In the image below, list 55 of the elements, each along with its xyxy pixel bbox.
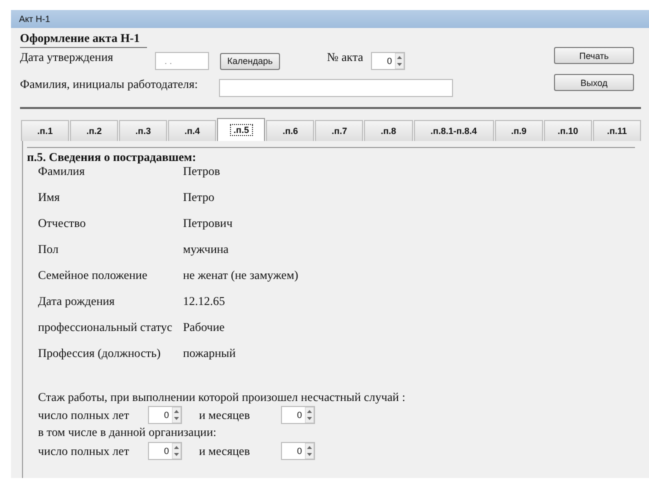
field-label: Имя: [38, 190, 61, 205]
field-label: профессиональный статус: [38, 320, 174, 335]
spin-arrows-icon[interactable]: [305, 407, 314, 423]
field-value: пожарный: [183, 346, 236, 361]
field-value: Петрович: [183, 216, 233, 231]
section-title: п.5. Сведения о пострадавшем:: [27, 150, 198, 165]
tab[interactable]: .п.5: [217, 118, 266, 141]
field-value: не женат (не замужем): [183, 268, 298, 283]
field-label: Фамилия: [38, 164, 86, 179]
field-label: Дата рождения: [38, 294, 116, 309]
action-button[interactable]: Печать: [554, 47, 634, 64]
years-spinner[interactable]: 0: [148, 406, 182, 424]
tab[interactable]: .п.4: [168, 120, 216, 141]
field-label: Отчество: [38, 216, 87, 231]
caption: в том числе в данной организации:: [38, 425, 218, 441]
date-field[interactable]: . .: [155, 52, 209, 70]
spin-arrows-icon[interactable]: [172, 443, 181, 459]
field-label: Профессия (должность): [38, 346, 162, 361]
field-value: 12.12.65: [183, 294, 225, 309]
field-label: Пол: [38, 242, 60, 257]
tab[interactable]: .п.8: [364, 120, 412, 141]
field-value: мужчина: [183, 242, 229, 257]
spin-arrows-icon[interactable]: [395, 53, 404, 69]
tab[interactable]: .п.9: [494, 120, 543, 141]
spin-arrows-icon[interactable]: [172, 407, 181, 423]
employer-field[interactable]: [219, 79, 453, 97]
field-label: Фамилия, инициалы работодателя:: [20, 77, 199, 92]
tab[interactable]: .п.6: [266, 120, 314, 141]
tab[interactable]: .п.10: [544, 120, 592, 141]
tab[interactable]: .п.7: [315, 120, 364, 141]
form-title: Оформление акта Н-1: [20, 31, 147, 48]
years-spinner[interactable]: 0: [148, 442, 182, 460]
months-spinner[interactable]: 0: [281, 406, 315, 424]
field-label: число полных лет: [38, 444, 130, 458]
months-spinner[interactable]: 0: [281, 442, 315, 460]
field-value: Петро: [183, 190, 214, 205]
action-button[interactable]: Выход: [554, 74, 634, 91]
field-label: и месяцев: [199, 408, 251, 422]
act-number-spinner[interactable]: 0: [371, 52, 405, 70]
tab[interactable]: .п.3: [119, 120, 168, 141]
field-value: Рабочие: [183, 320, 225, 335]
field-label: № акта: [327, 50, 364, 65]
spin-arrows-icon[interactable]: [305, 443, 314, 459]
tab[interactable]: .п.2: [70, 120, 118, 141]
tab[interactable]: .п.1: [21, 120, 70, 141]
tab[interactable]: .п.11: [592, 120, 641, 141]
field-value: Петров: [183, 164, 220, 179]
experience-title: Стаж работы, при выполнении которой произошел несчастный случай :: [38, 390, 406, 405]
window-title: Акт Н-1: [11, 10, 649, 28]
field-label: Дата утверждения: [20, 50, 114, 65]
tab[interactable]: .п.8.1-п.8.4: [414, 120, 494, 141]
field-label: Семейное положение: [38, 268, 148, 283]
field-label: число полных лет: [38, 408, 130, 422]
field-label: и месяцев: [199, 444, 251, 458]
calendar-button[interactable]: Календарь: [220, 52, 280, 70]
